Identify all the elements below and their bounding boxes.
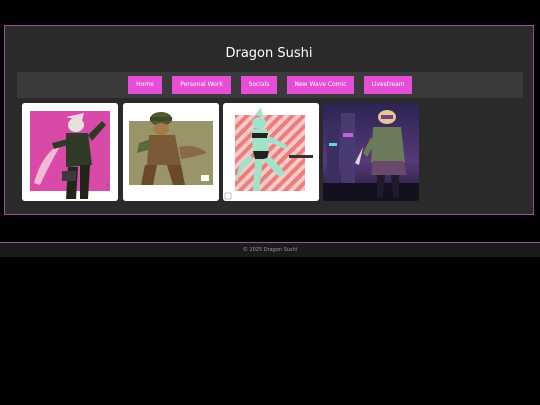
nav-bar: Home Personal Work Socials New Wave Comi…	[17, 72, 523, 98]
nav-new-wave-comic-button[interactable]: New Wave Comic	[287, 76, 354, 94]
gallery-item-pink-soldier[interactable]: 7	[22, 103, 118, 201]
main-panel: Dragon Sushi Home Personal Work Socials …	[4, 25, 534, 215]
nav-home-button[interactable]: Home	[128, 76, 162, 94]
nav-socials-button[interactable]: Socials	[241, 76, 277, 94]
artwork-pink-soldier-icon: 7	[22, 103, 118, 201]
gallery-item-helmet-creature[interactable]	[123, 103, 219, 201]
nav-personal-work-button[interactable]: Personal Work	[172, 76, 231, 94]
artwork-mint-swimsuit-icon	[223, 103, 319, 201]
svg-text:7: 7	[106, 184, 110, 191]
gallery-item-neon-city-girl[interactable]	[323, 103, 419, 201]
nav-livestream-button[interactable]: Livestream	[364, 76, 412, 94]
gallery-item-mint-swimsuit[interactable]	[223, 103, 319, 201]
artwork-helmet-creature-icon	[123, 103, 219, 201]
artwork-neon-city-girl-icon	[323, 103, 419, 201]
footer: © 2025 Dragon Sushi	[0, 242, 540, 257]
site-title: Dragon Sushi	[225, 46, 313, 61]
footer-copyright: © 2025 Dragon Sushi	[242, 247, 298, 253]
